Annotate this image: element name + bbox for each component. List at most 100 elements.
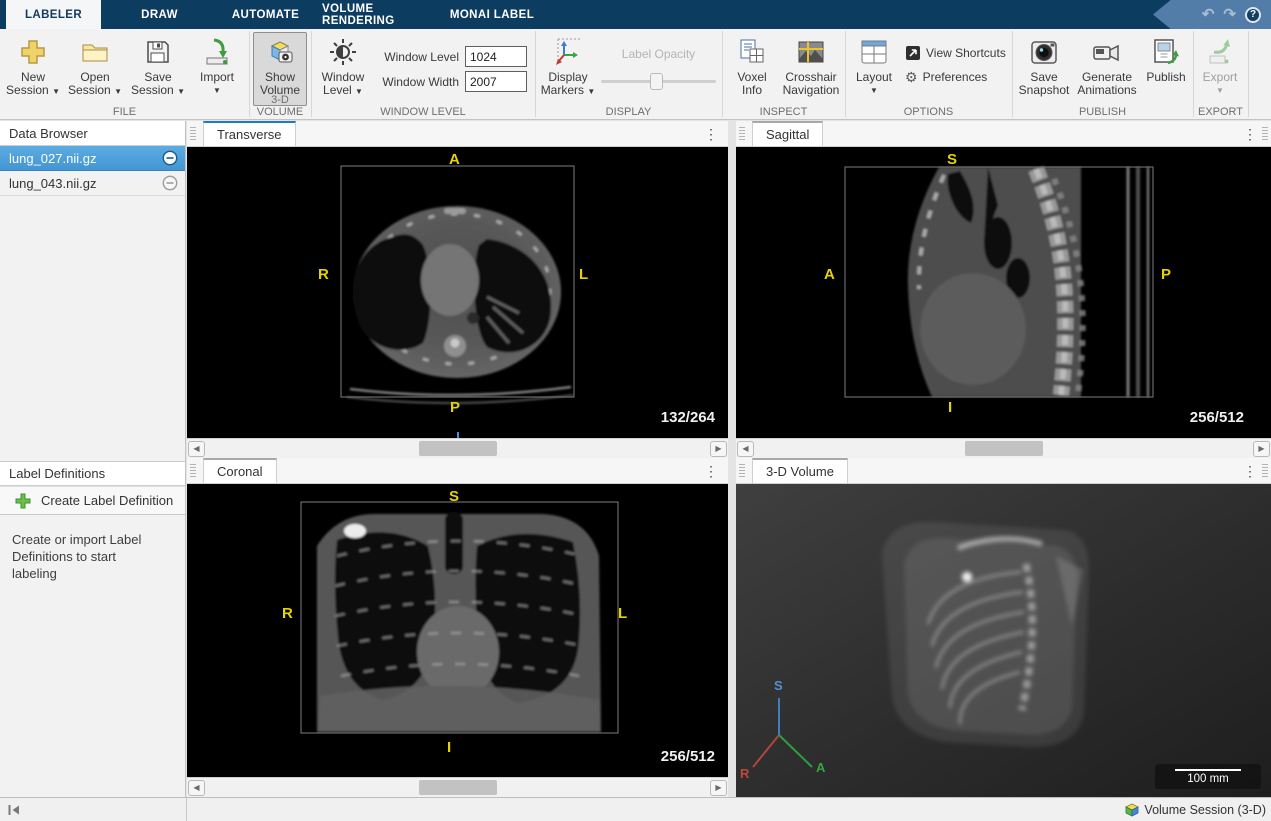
export-icon [1205, 37, 1235, 67]
orientation-marker-posterior: P [450, 399, 460, 416]
view-shortcuts-icon [905, 45, 921, 61]
transverse-tab[interactable]: Transverse [203, 121, 296, 147]
tab-monai-label[interactable]: MONAI LABEL [440, 0, 544, 29]
voxel-info-button[interactable]: Voxel Info [726, 32, 778, 106]
app-tab-bar: LABELER DRAW AUTOMATE VOLUME RENDERING M… [0, 0, 1271, 29]
scroll-track[interactable] [206, 440, 709, 458]
orientation-marker-superior: S [449, 488, 459, 505]
window-width-label: Window Width [373, 75, 459, 89]
preferences-button[interactable]: ⚙ Preferences [905, 67, 987, 87]
help-icon[interactable]: ? [1245, 7, 1261, 23]
sagittal-tab[interactable]: Sagittal [752, 121, 823, 147]
save-session-button[interactable]: Save Session ▼ [128, 32, 188, 106]
tab-automate[interactable]: AUTOMATE [217, 0, 314, 29]
kebab-menu-icon[interactable]: ⋮ [1243, 125, 1253, 143]
orientation-marker-anterior: A [449, 151, 460, 168]
transverse-ct-image [187, 147, 728, 438]
crosshair-navigation-button[interactable]: Crosshair Navigation [780, 32, 842, 106]
kebab-menu-icon[interactable]: ⋮ [704, 462, 714, 480]
orientation-marker-inferior: I [447, 739, 451, 756]
save-snapshot-button[interactable]: Save Snapshot [1016, 32, 1072, 106]
scroll-thumb[interactable] [965, 441, 1043, 456]
status-bar: Volume Session (3-D) [0, 797, 1271, 820]
drag-grip-icon[interactable] [1262, 127, 1268, 140]
scroll-right-arrow[interactable]: ▶ [1253, 441, 1270, 457]
publish-button[interactable]: Publish [1142, 32, 1190, 106]
scroll-right-arrow[interactable]: ▶ [710, 780, 727, 796]
crosshair-tick [457, 432, 459, 438]
window-level-dropdown[interactable]: Window Level ▼ [315, 32, 371, 106]
viewport-coronal: Coronal ⋮ [187, 458, 728, 797]
label-definitions-hint: Create or import Label Definitions to st… [12, 531, 164, 582]
scroll-left-arrow[interactable]: ◀ [188, 780, 205, 796]
orientation-marker-left: L [618, 605, 627, 622]
window-level-input[interactable] [465, 46, 527, 67]
kebab-menu-icon[interactable]: ⋮ [704, 125, 714, 143]
tab-volume-rendering[interactable]: VOLUME RENDERING [322, 0, 432, 29]
chevron-down-icon: ▼ [355, 87, 363, 96]
camera-icon [1029, 37, 1059, 67]
remove-volume-icon[interactable] [162, 150, 178, 166]
drag-grip-icon[interactable] [190, 464, 196, 477]
open-session-button[interactable]: Open Session ▼ [66, 32, 124, 106]
undo-icon[interactable]: ↶ [1202, 7, 1215, 22]
ribbon-section-export: Export ▼ EXPORT [1193, 29, 1248, 120]
viewport-3d-volume: 3-D Volume ⋮ [736, 458, 1271, 797]
label-definitions-header: Label Definitions [0, 461, 185, 486]
label-definitions-panel: Label Definitions Create Label Definitio… [0, 461, 185, 582]
transverse-canvas[interactable]: A R L P 132/264 [187, 147, 728, 438]
axis-label-right: R [740, 766, 749, 781]
green-plus-icon [14, 492, 32, 510]
data-browser-item[interactable]: lung_027.nii.gz [0, 146, 185, 171]
data-browser-header: Data Browser [0, 121, 185, 146]
label-opacity-slider-thumb [650, 73, 663, 90]
scroll-thumb[interactable] [419, 780, 497, 795]
display-markers-dropdown[interactable]: Display Markers ▼ [539, 32, 597, 106]
ribbon-section-options: Layout ▼ View Shortcuts ⚙ Preferences OP… [845, 29, 1012, 120]
crosshair-image-icon [796, 37, 826, 67]
import-button[interactable]: Import ▼ [192, 32, 242, 106]
volume3d-tab[interactable]: 3-D Volume [752, 458, 848, 484]
layout-grid-icon [859, 37, 889, 67]
data-browser-item[interactable]: lung_043.nii.gz [0, 171, 185, 196]
scroll-left-arrow[interactable]: ◀ [737, 441, 754, 457]
slice-indicator: 256/512 [661, 748, 715, 765]
scroll-track[interactable] [755, 440, 1252, 458]
orientation-marker-right: R [282, 605, 293, 622]
drag-grip-icon[interactable] [1262, 464, 1268, 477]
volume3d-canvas[interactable]: S R A 100 mm [736, 484, 1271, 797]
window-width-input[interactable] [465, 71, 527, 92]
kebab-menu-icon[interactable]: ⋮ [1243, 462, 1253, 480]
collapse-sidebar-icon[interactable] [7, 803, 21, 817]
coronal-tab[interactable]: Coronal [203, 458, 277, 484]
sagittal-ct-image [736, 147, 1271, 438]
volume-cube-icon [1125, 803, 1139, 817]
scroll-track[interactable] [206, 779, 709, 797]
folder-icon [80, 37, 110, 67]
export-button[interactable]: Export ▼ [1195, 32, 1245, 106]
view-shortcuts-button[interactable]: View Shortcuts [905, 43, 1006, 63]
drag-grip-icon[interactable] [190, 127, 196, 140]
drag-grip-icon[interactable] [739, 464, 745, 477]
generate-animations-button[interactable]: Generate Animations [1074, 32, 1140, 106]
ribbon-section-file: New Session ▼ Open Session ▼ Save Sessio… [0, 29, 249, 120]
coronal-canvas[interactable]: S R L I 256/512 [187, 484, 728, 777]
sagittal-canvas[interactable]: S A P I 256/512 [736, 147, 1271, 438]
coronal-header: Coronal ⋮ [187, 458, 728, 484]
drag-grip-icon[interactable] [739, 127, 745, 140]
new-session-button[interactable]: New Session ▼ [4, 32, 62, 106]
chevron-down-icon: ▼ [114, 87, 122, 96]
scroll-thumb[interactable] [419, 441, 497, 456]
scroll-right-arrow[interactable]: ▶ [710, 441, 727, 457]
layout-dropdown[interactable]: Layout ▼ [851, 32, 897, 106]
ribbon-section-display: Display Markers ▼ Label Opacity DISPLAY [535, 29, 722, 120]
sidebar: Data Browser lung_027.nii.gz lung_043.ni… [0, 121, 186, 797]
scroll-left-arrow[interactable]: ◀ [188, 441, 205, 457]
redo-icon[interactable]: ↷ [1223, 7, 1236, 22]
coronal-ct-image [187, 484, 728, 777]
ribbon-section-3d-volume: Show Volume 3-D VOLUME [249, 29, 311, 120]
tab-draw[interactable]: DRAW [112, 0, 207, 29]
create-label-definition-button[interactable]: Create Label Definition [0, 486, 185, 515]
remove-volume-icon[interactable] [162, 175, 178, 191]
tab-labeler[interactable]: LABELER [6, 0, 101, 29]
